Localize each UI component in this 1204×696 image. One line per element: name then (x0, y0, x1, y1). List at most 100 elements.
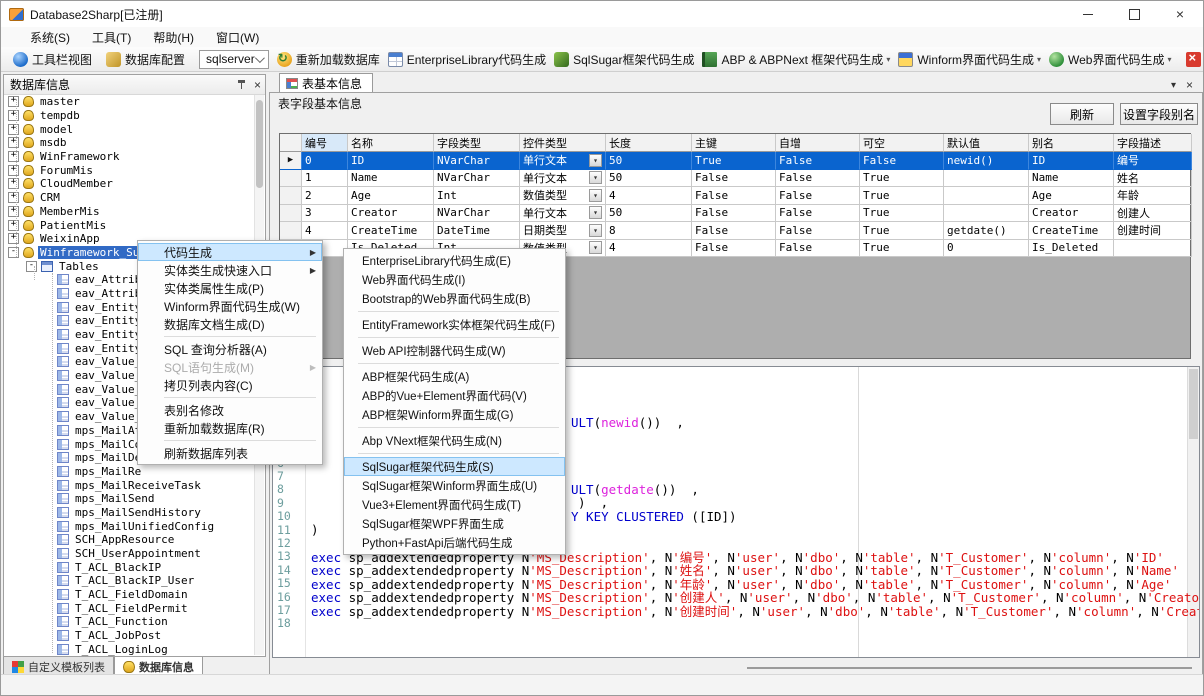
grid-cell[interactable]: False (692, 170, 776, 188)
grid-cell[interactable]: NVarChar (434, 152, 520, 170)
combo-dropdown-button[interactable]: ▾ (589, 241, 602, 254)
grid-header-cell[interactable]: 长度 (606, 134, 692, 152)
grid-cell[interactable]: NVarChar (434, 205, 520, 223)
grid-cell[interactable]: False (692, 205, 776, 223)
grid-cell[interactable]: newid() (944, 152, 1029, 170)
grid-cell[interactable]: CreateTime (1029, 222, 1114, 240)
grid-cell[interactable]: 3 (302, 205, 348, 223)
grid-cell[interactable] (944, 170, 1029, 188)
grid-cell[interactable]: 创建人 (1114, 205, 1192, 223)
grid-cell[interactable]: True (860, 222, 944, 240)
toolbar-button-key[interactable]: 数据库配置 (102, 49, 189, 70)
combo-dropdown-button[interactable]: ▾ (589, 171, 602, 184)
menubar-item[interactable]: 窗口(W) (205, 27, 270, 48)
tree-item[interactable]: +msdb (4, 136, 255, 150)
tree-expander[interactable]: + (8, 178, 19, 189)
minimize-button[interactable] (1065, 1, 1111, 27)
database-type-combobox[interactable]: sqlserver (199, 50, 269, 69)
tree-item[interactable]: T_ACL_FieldDomain (4, 588, 255, 602)
grid-cell[interactable]: Name (348, 170, 434, 188)
grid-cell[interactable]: True (860, 187, 944, 205)
grid-cell[interactable]: Creator (1029, 205, 1114, 223)
grid-cell[interactable]: False (776, 152, 860, 170)
combo-dropdown-button[interactable]: ▾ (589, 154, 602, 167)
submenu-item[interactable]: Bootstrap的Web界面代码生成(B) (344, 289, 565, 308)
grid-cell[interactable]: 8 (606, 222, 692, 240)
grid-cell[interactable] (944, 187, 1029, 205)
grid-cell[interactable]: True (860, 240, 944, 258)
toolbar-button-sugar[interactable]: SqlSugar框架代码生成 (550, 49, 698, 70)
grid-cell[interactable]: 日期类型▾ (520, 222, 606, 240)
tree-item[interactable]: SCH_UserAppointment (4, 547, 255, 561)
tree-expander[interactable]: + (8, 220, 19, 231)
submenu-item[interactable]: Abp VNext框架代码生成(N) (344, 431, 565, 450)
menubar-item[interactable]: 系统(S) (19, 27, 81, 48)
submenu-item[interactable]: ABP框架代码生成(A) (344, 367, 565, 386)
grid-header-cell[interactable]: 编号 (302, 134, 348, 152)
pin-icon[interactable] (238, 80, 246, 90)
tree-expander[interactable]: - (8, 247, 19, 258)
submenu-item[interactable]: Web API控制器代码生成(W) (344, 341, 565, 360)
tree-scrollbar-thumb[interactable] (256, 100, 263, 188)
toolbar-button-book[interactable]: ABP & ABPNext 框架代码生成▾ (698, 49, 894, 70)
toolbar-button-web[interactable]: Web界面代码生成▾ (1045, 49, 1175, 70)
context-menu-item[interactable]: 刷新数据库列表 (138, 444, 322, 462)
row-indicator[interactable] (280, 205, 302, 223)
context-menu-item[interactable]: Winform界面代码生成(W) (138, 297, 322, 315)
tree-item[interactable]: mps_MailRe (4, 465, 255, 479)
grid-cell[interactable] (944, 205, 1029, 223)
tab-table-basic-info[interactable]: 表基本信息 (279, 73, 373, 92)
row-indicator[interactable]: ▶ (280, 152, 302, 170)
tree-item[interactable]: T_ACL_BlackIP_User (4, 574, 255, 588)
grid-cell[interactable]: False (692, 222, 776, 240)
grid-cell[interactable]: False (776, 205, 860, 223)
tree-expander[interactable]: + (8, 96, 19, 107)
grid-cell[interactable]: ID (348, 152, 434, 170)
set-field-alias-button[interactable]: 设置字段别名 (1120, 103, 1198, 125)
panel-close-icon[interactable]: × (254, 80, 261, 90)
grid-cell[interactable]: 姓名 (1114, 170, 1192, 188)
grid-cell[interactable]: False (776, 222, 860, 240)
grid-cell[interactable]: 1 (302, 170, 348, 188)
toolbar-button-refresh[interactable]: 重新加载数据库 (273, 49, 384, 70)
context-menu-item[interactable]: 拷贝列表内容(C) (138, 376, 322, 394)
tree-item[interactable]: mps_MailSend (4, 492, 255, 506)
tree-item[interactable]: +ForumMis (4, 163, 255, 177)
submenu-item[interactable]: SqlSugar框架代码生成(S) (344, 457, 565, 476)
context-menu-item[interactable]: 重新加载数据库(R) (138, 419, 322, 437)
tree-expander[interactable]: + (8, 137, 19, 148)
grid-cell[interactable]: 0 (944, 240, 1029, 258)
row-indicator[interactable] (280, 187, 302, 205)
grid-cell[interactable]: 编号 (1114, 152, 1192, 170)
grid-header-cell[interactable]: 可空 (860, 134, 944, 152)
submenu-item[interactable]: ABP框架Winform界面生成(G) (344, 405, 565, 424)
refresh-button[interactable]: 刷新 (1050, 103, 1114, 125)
combo-dropdown-button[interactable]: ▾ (589, 224, 602, 237)
context-menu-item[interactable]: SQL 查询分析器(A) (138, 340, 322, 358)
tree-expander[interactable]: + (8, 110, 19, 121)
grid-header-cell[interactable]: 自增 (776, 134, 860, 152)
tree-expander[interactable]: + (8, 206, 19, 217)
grid-cell[interactable]: False (692, 187, 776, 205)
combo-dropdown-button[interactable]: ▾ (589, 206, 602, 219)
tab-list-dropdown-button[interactable]: ▾ (1171, 80, 1176, 91)
close-button[interactable]: × (1157, 1, 1203, 27)
tree-item[interactable]: mps_MailSendHistory (4, 506, 255, 520)
grid-cell[interactable]: getdate() (944, 222, 1029, 240)
grid-header-cell[interactable]: 名称 (348, 134, 434, 152)
grid-cell[interactable]: 50 (606, 205, 692, 223)
grid-cell[interactable]: 50 (606, 170, 692, 188)
grid-cell[interactable]: DateTime (434, 222, 520, 240)
tree-expander[interactable]: + (8, 233, 19, 244)
grid-cell[interactable]: 0 (302, 152, 348, 170)
grid-cell[interactable]: ID (1029, 152, 1114, 170)
context-menu-item[interactable]: 表别名修改 (138, 401, 322, 419)
tab-close-button[interactable]: × (1186, 78, 1193, 92)
grid-cell[interactable]: False (692, 240, 776, 258)
toolbar-button-exit[interactable]: 退出 (1182, 49, 1204, 70)
tree-item[interactable]: mps_MailUnifiedConfig (4, 519, 255, 533)
grid-cell[interactable]: 单行文本▾ (520, 170, 606, 188)
grid-cell[interactable]: 4 (606, 240, 692, 258)
grid-cell[interactable]: Int (434, 187, 520, 205)
grid-cell[interactable]: 50 (606, 152, 692, 170)
